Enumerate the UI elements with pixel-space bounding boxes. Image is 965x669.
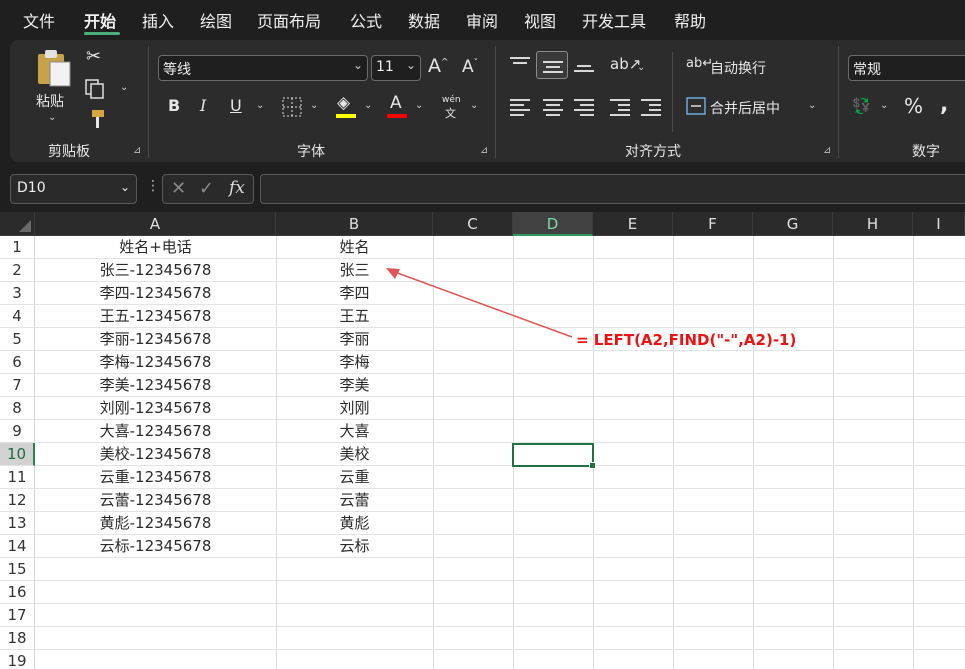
annotation-arrow — [386, 268, 573, 338]
excel-window: 文件 开始 插入 绘图 页面布局 公式 数据 审阅 视图 开发工具 帮助 粘贴 … — [0, 0, 965, 669]
formula-annotation: = LEFT(A2,FIND("-",A2)-1) — [576, 331, 797, 349]
